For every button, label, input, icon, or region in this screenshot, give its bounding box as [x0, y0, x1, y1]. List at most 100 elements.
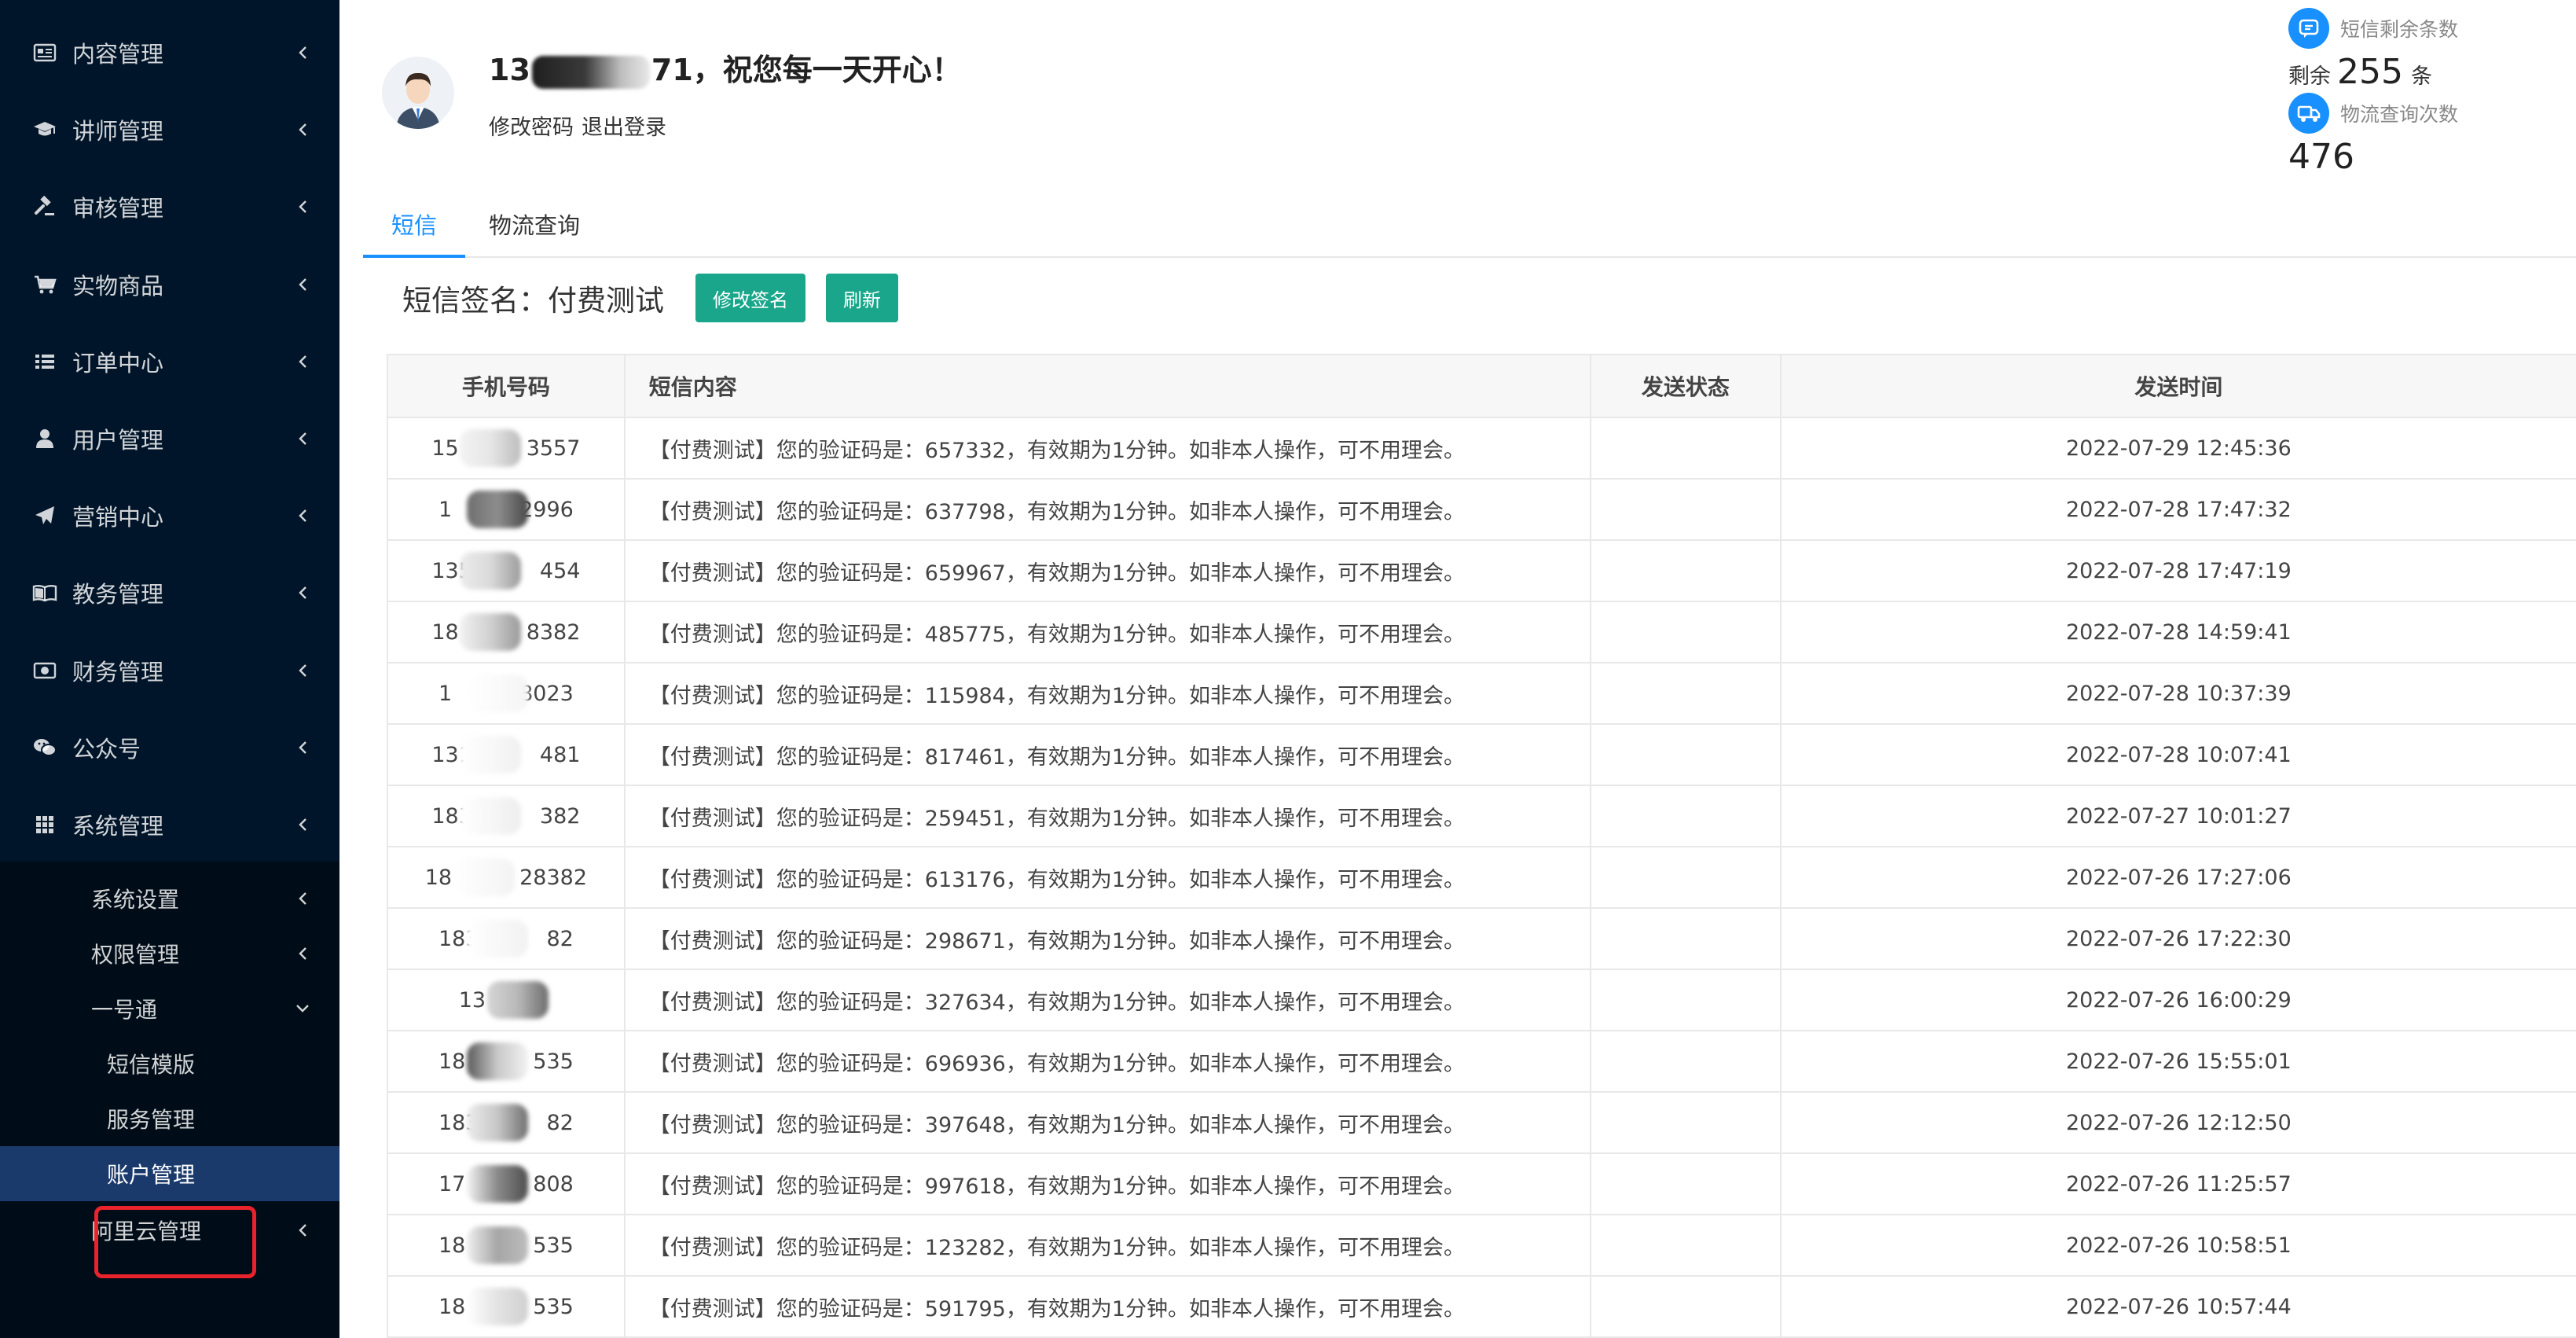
refresh-button[interactable]: 刷新 — [826, 274, 898, 322]
header-links: 修改密码 退出登录 — [489, 110, 674, 141]
redacted-phone-mask — [466, 1104, 528, 1141]
document-icon — [31, 39, 58, 66]
chevron-left-icon — [294, 430, 311, 447]
phone-suffix: 28382 — [519, 865, 588, 890]
sidebar-item-3[interactable]: 实物商品 — [0, 246, 339, 323]
cell-content: 【付费测试】您的验证码是：613176，有效期为1分钟。如非本人操作，可不用理会… — [626, 847, 1591, 907]
sidebar-item-label: 教务管理 — [72, 581, 164, 608]
logistics-stat-count: 476 — [2288, 137, 2354, 177]
table-row: 183 82 【付费测试】您的验证码是：298671，有效期为1分钟。如非本人操作，… — [388, 909, 2576, 970]
sidebar-item-10[interactable]: 系统管理 — [0, 786, 339, 863]
submenu-item-5[interactable]: 账户管理 — [0, 1146, 339, 1201]
cell-status — [1591, 418, 1782, 478]
sidebar-item-2[interactable]: 审核管理 — [0, 168, 339, 245]
cell-time: 2022-07-28 17:47:32 — [2065, 497, 2292, 522]
cell-status — [1591, 970, 1782, 1030]
submenu-item-0[interactable]: 系统设置 — [0, 871, 339, 926]
redacted-phone-mask — [460, 736, 522, 774]
greeting-prefix: 13 — [489, 53, 530, 87]
table-row: 18 535 【付费测试】您的验证码是：123282，有效期为1分钟。如非本人操作，… — [388, 1215, 2576, 1277]
chevron-left-icon — [294, 662, 311, 679]
chevron-left-icon — [294, 1222, 311, 1239]
chevron-left-icon — [294, 507, 311, 524]
table-row: 1 8023 【付费测试】您的验证码是：115984，有效期为1分钟。如非本人操作，… — [388, 663, 2576, 725]
cell-content: 【付费测试】您的验证码是：485775，有效期为1分钟。如非本人操作，可不用理会… — [626, 602, 1591, 662]
cell-content: 【付费测试】您的验证码是：659967，有效期为1分钟。如非本人操作，可不用理会… — [626, 541, 1591, 601]
phone-number: 18 28382 — [424, 858, 588, 896]
cell-content: 【付费测试】您的验证码是：327634，有效期为1分钟。如非本人操作，可不用理会… — [626, 970, 1591, 1030]
phone-suffix: 82 — [546, 1110, 574, 1135]
sidebar-item-5[interactable]: 用户管理 — [0, 400, 339, 477]
cell-status — [1591, 847, 1782, 907]
avatar[interactable] — [382, 57, 454, 129]
submenu-item-3[interactable]: 短信模版 — [0, 1036, 339, 1091]
cell-content: 【付费测试】您的验证码是：397648，有效期为1分钟。如非本人操作，可不用理会… — [626, 1093, 1591, 1152]
phone-number: 183 382 — [431, 797, 580, 835]
wechat-icon — [31, 734, 58, 761]
tab-sms[interactable]: 短信 — [391, 208, 437, 241]
change-password-link[interactable]: 修改密码 — [489, 116, 574, 140]
redacted-phone-mask — [466, 1165, 528, 1203]
sidebar-item-4[interactable]: 订单中心 — [0, 323, 339, 400]
sidebar-item-label: 营销中心 — [72, 504, 164, 531]
cell-time: 2022-07-26 11:25:57 — [2065, 1171, 2292, 1196]
logout-link[interactable]: 退出登录 — [582, 116, 666, 140]
logistics-stat-label: 物流查询次数 — [2340, 103, 2459, 126]
tab-active-indicator — [363, 255, 465, 258]
phone-number: 131 481 — [431, 736, 580, 774]
sidebar-item-7[interactable]: 教务管理 — [0, 554, 339, 631]
cell-phone: 15 3557 — [388, 418, 626, 478]
phone-suffix: 535 — [533, 1233, 574, 1258]
table-header: 手机号码 短信内容 发送状态 发送时间 — [388, 355, 2576, 418]
submenu-item-label: 账户管理 — [107, 1162, 196, 1188]
phone-suffix: 535 — [533, 1049, 574, 1074]
cell-content: 【付费测试】您的验证码是：259451，有效期为1分钟。如非本人操作，可不用理会… — [626, 786, 1591, 846]
submenu-item-label: 一号通 — [91, 997, 158, 1023]
tab-logistics[interactable]: 物流查询 — [489, 208, 580, 241]
sms-table: 手机号码 短信内容 发送状态 发送时间 15 3557 【付费测试】您的验证码是：6… — [387, 354, 2576, 1338]
cell-status — [1591, 1031, 1782, 1091]
phone-number: 18 535 — [438, 1042, 574, 1080]
phone-prefix: 18 — [424, 865, 453, 890]
table-row: 13 【付费测试】您的验证码是：327634，有效期为1分钟。如非本人操作，可不用… — [388, 970, 2576, 1031]
submenu-item-2[interactable]: 一号通 — [0, 981, 339, 1036]
phone-number: 1 2996 — [438, 491, 574, 528]
cell-time: 2022-07-26 16:00:29 — [2065, 987, 2292, 1013]
submenu-item-1[interactable]: 权限管理 — [0, 926, 339, 981]
phone-suffix: 535 — [533, 1294, 574, 1319]
grid-icon — [31, 811, 58, 838]
table-row: 183 382 【付费测试】您的验证码是：259451，有效期为1分钟。如非本人操作… — [388, 786, 2576, 847]
cell-status — [1591, 1093, 1782, 1152]
cell-status — [1591, 541, 1782, 601]
submenu-item-label: 服务管理 — [107, 1107, 196, 1133]
sidebar-item-8[interactable]: 财务管理 — [0, 632, 339, 709]
cart-icon — [31, 271, 58, 298]
sidebar-item-label: 财务管理 — [72, 658, 164, 686]
sms-stat-count: 255 — [2337, 52, 2403, 92]
sidebar-item-6[interactable]: 营销中心 — [0, 477, 339, 554]
phone-prefix: 18 — [431, 619, 459, 645]
submenu-item-label: 权限管理 — [91, 942, 180, 968]
phone-prefix: 1 — [438, 497, 453, 522]
cell-status — [1591, 909, 1782, 969]
chevron-left-icon — [294, 198, 311, 215]
sidebar-item-label: 系统管理 — [72, 813, 164, 840]
sidebar-item-0[interactable]: 内容管理 — [0, 14, 339, 91]
cell-phone: 18 535 — [388, 1215, 626, 1275]
phone-prefix: 18 — [438, 1049, 466, 1074]
cell-phone: 131 481 — [388, 725, 626, 785]
table-row: 17 808 【付费测试】您的验证码是：997618，有效期为1分钟。如非本人操作，… — [388, 1154, 2576, 1215]
sms-stat: 短信剩余条数 剩余 255 条 — [2288, 8, 2571, 92]
table-row: 131 481 【付费测试】您的验证码是：817461，有效期为1分钟。如非本人操作… — [388, 725, 2576, 786]
sidebar-item-label: 公众号 — [72, 735, 141, 763]
sign-row: 短信签名：付费测试 修改签名 刷新 — [402, 274, 919, 322]
table-row: 18 535 【付费测试】您的验证码是：696936，有效期为1分钟。如非本人操作，… — [388, 1031, 2576, 1093]
redacted-phone-mask — [466, 675, 528, 712]
submenu-item-4[interactable]: 服务管理 — [0, 1091, 339, 1146]
logistics-stat: 物流查询次数 476 — [2288, 93, 2571, 177]
edit-sign-button[interactable]: 修改签名 — [695, 274, 805, 322]
sidebar-item-9[interactable]: 公众号 — [0, 709, 339, 786]
cell-phone: 13 — [388, 970, 626, 1030]
sidebar-item-1[interactable]: 讲师管理 — [0, 91, 339, 168]
column-header-time: 发送时间 — [2134, 374, 2223, 400]
